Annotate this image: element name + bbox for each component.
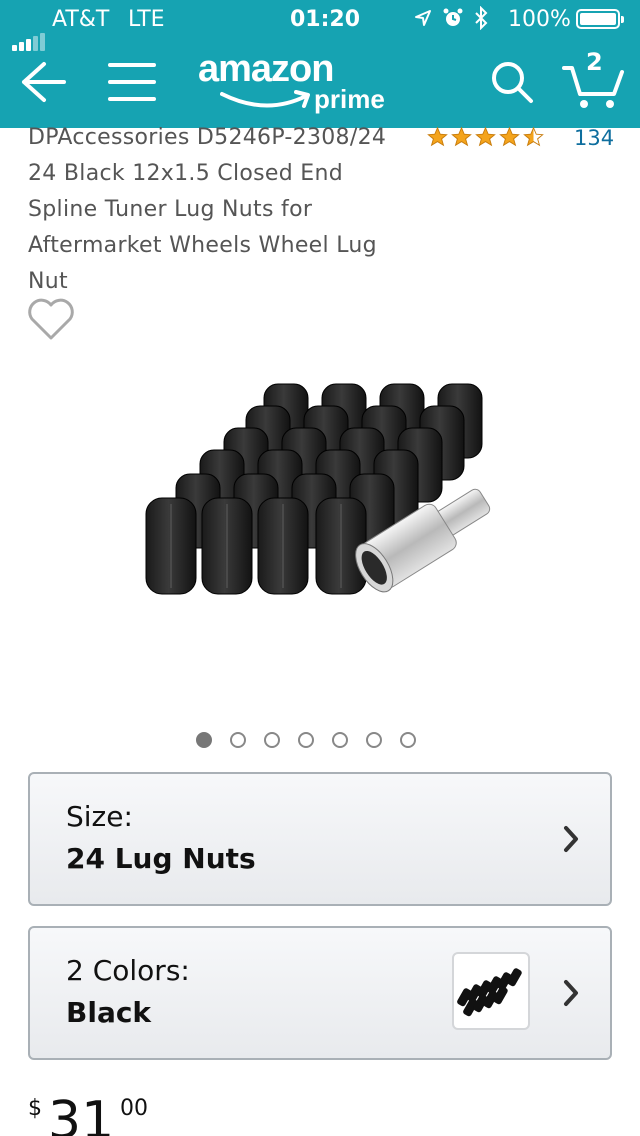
color-value: Black	[66, 996, 152, 1029]
navigation-row: amazon prime 2	[0, 40, 640, 128]
clock: 01:20	[290, 7, 361, 32]
carrier-name: AT&T	[52, 7, 110, 32]
menu-button[interactable]	[102, 54, 162, 110]
product-image[interactable]	[140, 380, 510, 610]
price: $ 31 00	[28, 1090, 328, 1136]
carousel-dot[interactable]	[332, 732, 348, 748]
star-rating[interactable]	[426, 126, 545, 148]
battery-icon	[576, 9, 624, 29]
wishlist-button[interactable]	[26, 298, 76, 346]
review-count-link[interactable]: 134	[574, 126, 614, 150]
search-icon	[492, 62, 533, 103]
back-arrow-icon	[22, 62, 66, 102]
price-currency: $	[28, 1096, 42, 1121]
back-button[interactable]	[16, 54, 72, 110]
amazon-prime-logo[interactable]: amazon prime	[198, 48, 398, 120]
price-whole: 31	[48, 1091, 115, 1136]
heart-outline-icon	[28, 298, 74, 340]
chevron-right-icon	[564, 826, 578, 852]
carousel-dot[interactable]	[366, 732, 382, 748]
carousel-dot[interactable]	[264, 732, 280, 748]
alarm-icon	[443, 8, 463, 26]
color-label: 2 Colors:	[66, 954, 190, 987]
search-button[interactable]	[484, 54, 540, 110]
star-full-icon	[475, 126, 496, 147]
logo-prime: prime	[314, 84, 385, 114]
image-carousel-indicator[interactable]	[196, 732, 416, 748]
cart-count-badge: 2	[586, 48, 603, 76]
chevron-right-icon	[564, 980, 578, 1006]
smile-arrow-icon	[220, 90, 310, 108]
size-label: Size:	[66, 800, 133, 833]
size-selector[interactable]: Size: 24 Lug Nuts	[28, 772, 612, 906]
status-bar: AT&T LTE 01:20 100%	[0, 0, 640, 51]
lug-nuts-thumbnail-icon	[457, 968, 522, 1017]
price-fraction: 00	[120, 1096, 148, 1121]
network-type: LTE	[128, 7, 165, 32]
carousel-dot[interactable]	[230, 732, 246, 748]
star-half-icon	[523, 126, 544, 147]
top-app-bar: AT&T LTE 01:20 100% amazon prime 2	[0, 0, 640, 128]
lug-nuts-product-photo	[145, 383, 491, 595]
carousel-dot[interactable]	[196, 732, 212, 748]
hamburger-menu-icon	[108, 63, 156, 101]
star-full-icon	[499, 126, 520, 147]
color-selector[interactable]: 2 Colors: Black	[28, 926, 612, 1060]
bluetooth-icon	[475, 6, 488, 30]
star-full-icon	[427, 126, 448, 147]
carousel-dot[interactable]	[400, 732, 416, 748]
color-swatch-thumbnail[interactable]	[452, 952, 530, 1030]
carousel-dot[interactable]	[298, 732, 314, 748]
star-full-icon	[451, 126, 472, 147]
location-icon	[415, 10, 431, 26]
size-value: 24 Lug Nuts	[66, 842, 256, 875]
battery-percentage: 100%	[508, 7, 571, 32]
product-title[interactable]: DPAccessories D5246P-2308/24 24 Black 12…	[28, 120, 408, 300]
